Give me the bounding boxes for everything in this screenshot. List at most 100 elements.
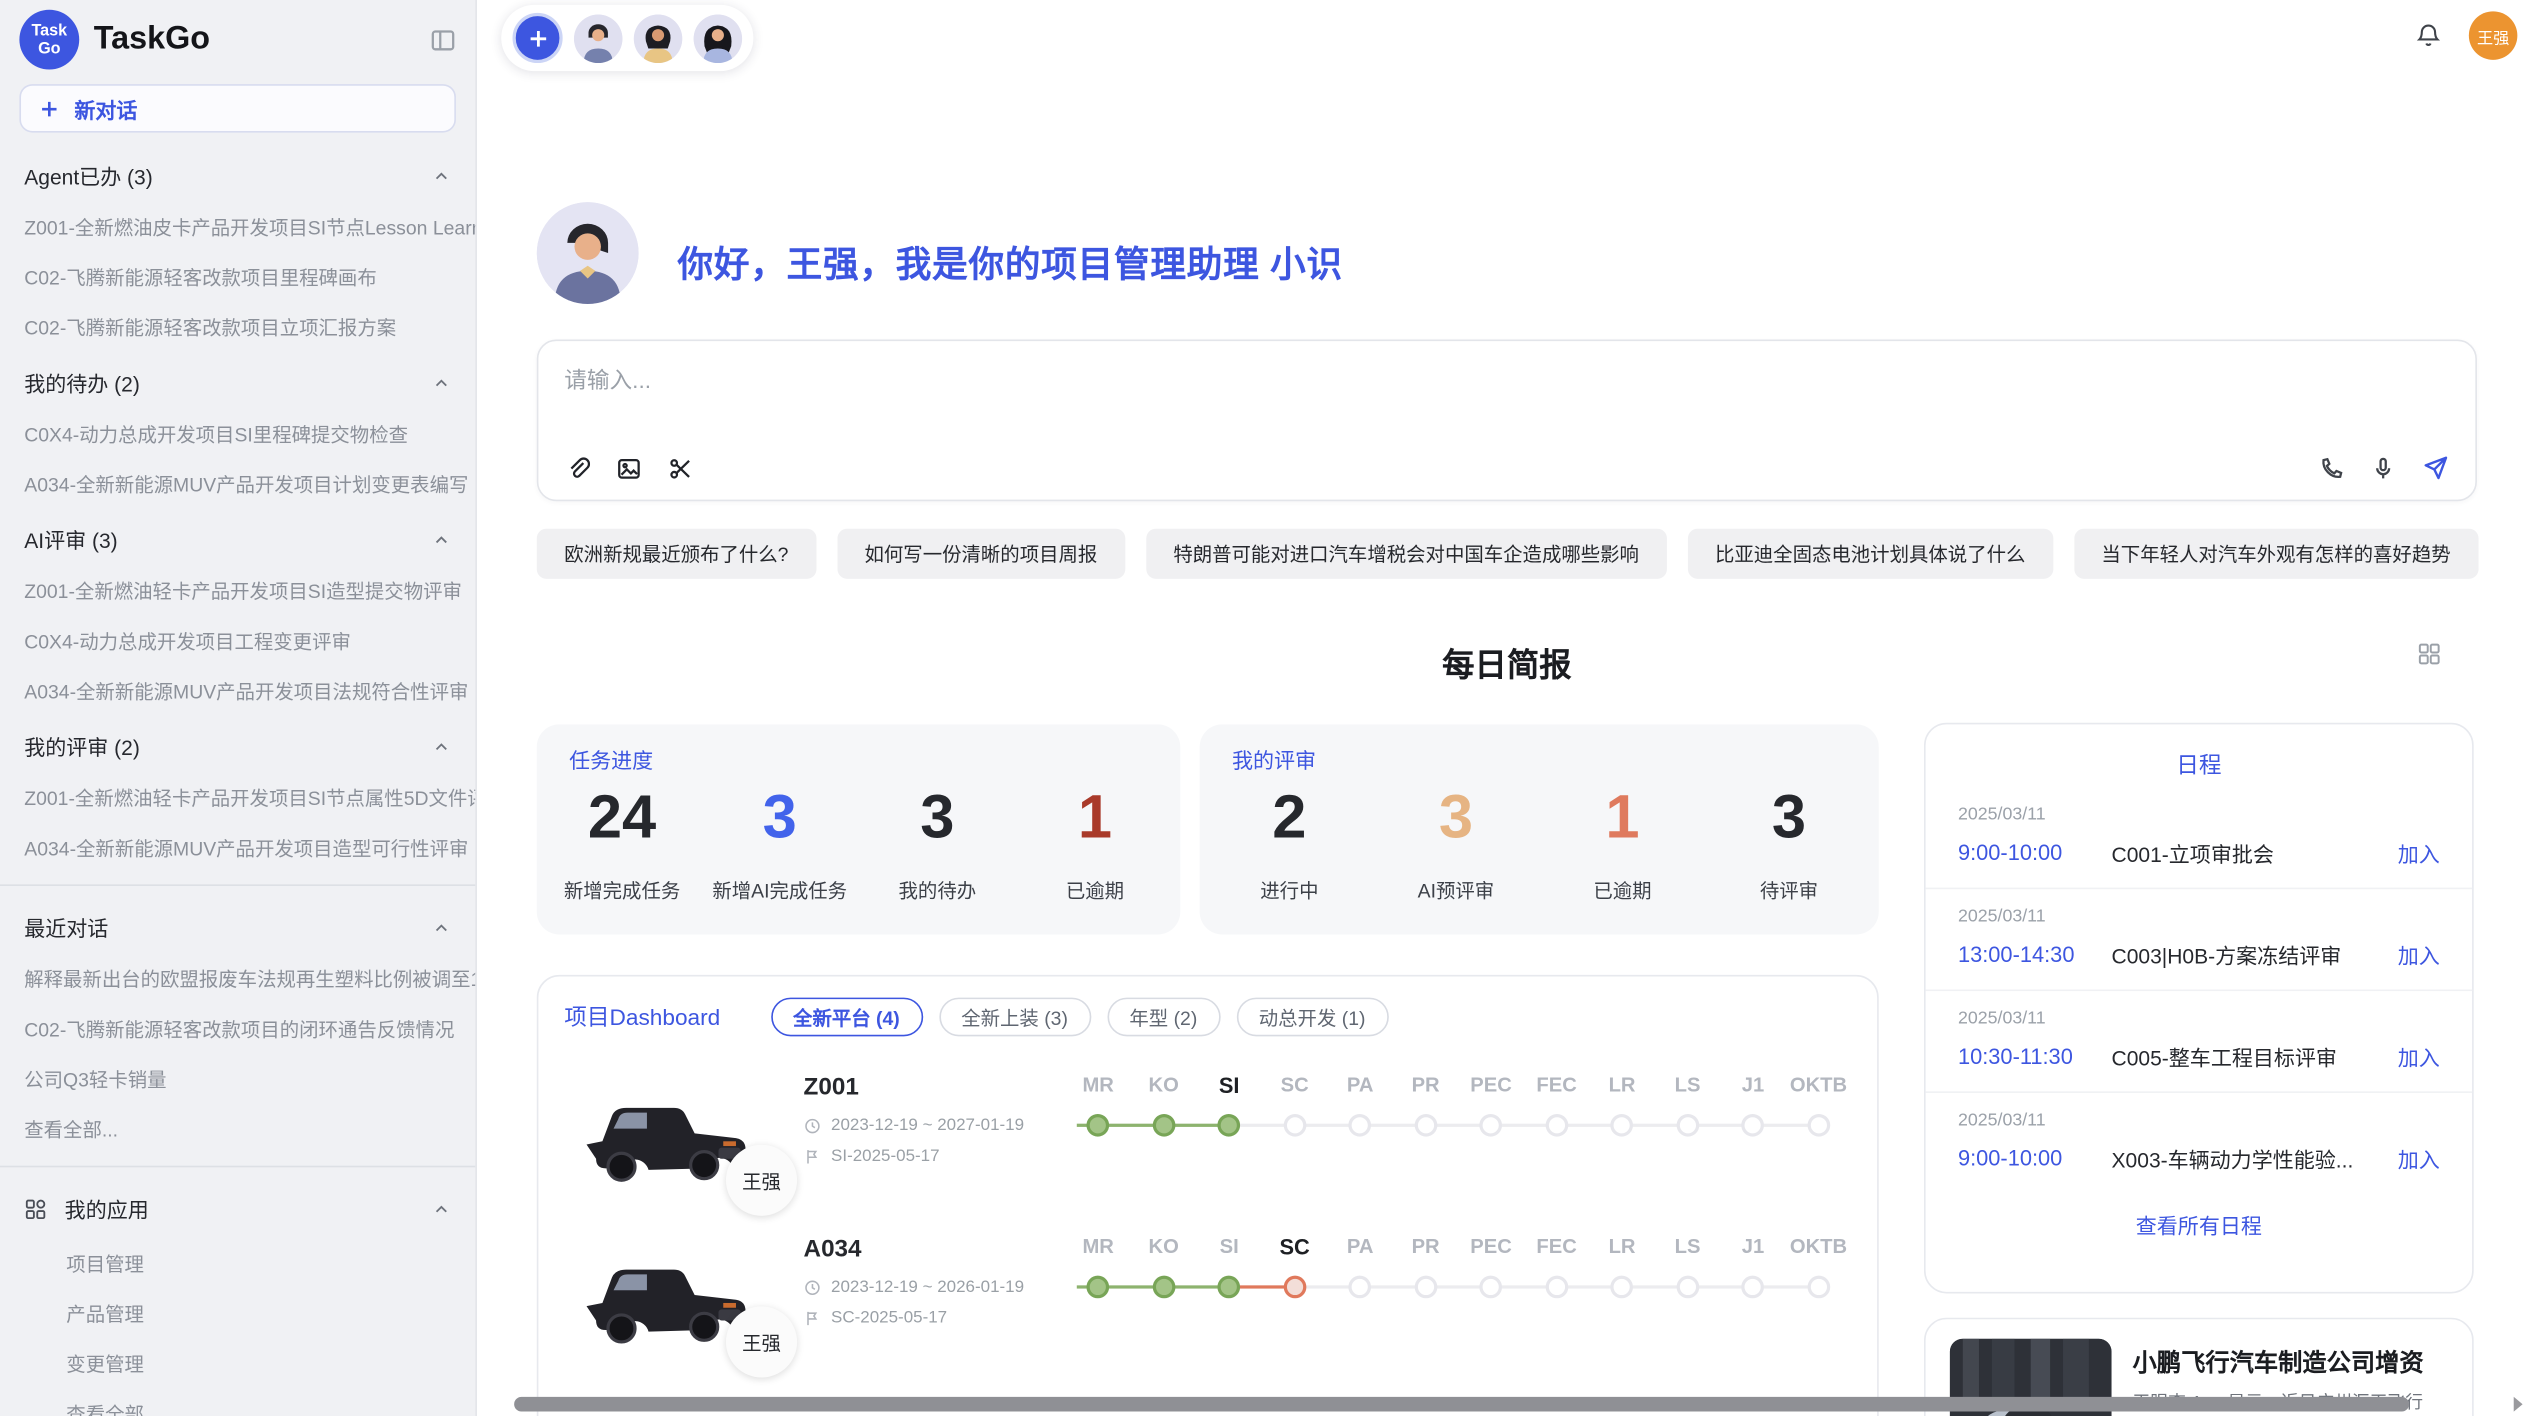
scissors-icon[interactable] <box>668 456 694 482</box>
dashboard-tab[interactable]: 全新上装 (3) <box>939 998 1091 1037</box>
sidebar-item[interactable]: C02-飞腾新能源轻客改款项目的闭环通告反馈情况 <box>0 1004 475 1054</box>
milestone-timeline: MRKOSISCPAPRPECFECLRLSJ1OKTB <box>1065 1064 1851 1150</box>
milestone-label: PEC <box>1458 1074 1523 1098</box>
suggestion-chip[interactable]: 如何写一份清晰的项目周报 <box>837 529 1125 579</box>
suggestion-chip[interactable]: 当下年轻人对汽车外观有怎样的喜好趋势 <box>2074 529 2478 579</box>
sidebar-section-header[interactable]: 我的评审 (2) <box>0 716 475 773</box>
dashboard-tab[interactable]: 年型 (2) <box>1107 998 1220 1037</box>
sidebar-app-subitem[interactable]: 项目管理 <box>0 1238 475 1288</box>
app-logo: Task Go <box>19 10 79 70</box>
plus-icon <box>39 98 60 119</box>
task-progress-card: 任务进度 24新增完成任务3新增AI完成任务3我的待办1已逾期 <box>537 724 1180 934</box>
sidebar: Task Go TaskGo 新对话 Agent已办 (3) Z001-全新燃油… <box>0 0 477 1416</box>
chat-input[interactable] <box>564 364 2342 435</box>
horizontal-scrollbar-thumb[interactable] <box>514 1397 2409 1412</box>
milestone-label: KO <box>1131 1074 1196 1098</box>
sidebar-section-header[interactable]: 我的待办 (2) <box>0 352 475 409</box>
dashboard-tab[interactable]: 动总开发 (1) <box>1236 998 1388 1037</box>
milestone-dot <box>1087 1276 1110 1299</box>
sidebar-app-subitem[interactable]: 变更管理 <box>0 1339 475 1389</box>
chevron-up-icon <box>432 530 451 549</box>
logo-line2: Go <box>38 40 60 58</box>
new-chat-label: 新对话 <box>74 93 137 124</box>
project-row[interactable]: 王强 A034 2023-12-19 ~ 2026-01-19 SC-2025-… <box>538 1213 1877 1375</box>
attachment-icon[interactable] <box>564 456 590 482</box>
milestone-dot <box>1218 1114 1241 1137</box>
scroll-right-arrow-icon[interactable] <box>2509 1395 2527 1413</box>
dashboard-tab[interactable]: 全新平台 (4) <box>770 998 922 1037</box>
sidebar-section: 我的评审 (2) Z001-全新燃油轻卡产品开发项目SI节点属性5D文件评审A0… <box>0 716 475 873</box>
briefing-layout-icon[interactable] <box>2417 642 2441 666</box>
sidebar-section-header[interactable]: Agent已办 (3) <box>0 146 475 203</box>
suggestion-chip[interactable]: 比亚迪全固态电池计划具体说了什么 <box>1687 529 2052 579</box>
project-row[interactable]: 王强 Z001 2023-12-19 ~ 2027-01-19 SI-2025-… <box>538 1051 1877 1213</box>
sidebar-item[interactable]: 公司Q3轻卡销量 <box>0 1054 475 1104</box>
sidebar-section-header[interactable]: 最近对话 <box>0 897 475 954</box>
milestone-dot <box>1676 1114 1699 1137</box>
greeting-text: 你好，王强，我是你的项目管理助理 小识 <box>677 236 1343 288</box>
sidebar-collapse-icon[interactable] <box>430 27 456 53</box>
stat: 2进行中 <box>1206 786 1373 904</box>
sidebar-item[interactable]: C02-飞腾新能源轻客改款项目里程碑画布 <box>0 252 475 302</box>
sidebar-item[interactable]: 查看全部... <box>0 1104 475 1154</box>
suggestion-chip[interactable]: 欧洲新规最近颁布了什么? <box>537 529 816 579</box>
sidebar-item[interactable]: C0X4-动力总成开发项目工程变更评审 <box>0 616 475 666</box>
phone-icon[interactable] <box>2318 455 2344 481</box>
sidebar-item[interactable]: A034-全新新能源MUV产品开发项目法规符合性评审 <box>0 666 475 716</box>
image-upload-icon[interactable] <box>616 456 642 482</box>
milestone-dot <box>1742 1276 1765 1299</box>
sidebar-app-subitem[interactable]: 查看全部... <box>0 1389 475 1416</box>
milestone-label: FEC <box>1524 1235 1589 1259</box>
stat-label: 已逾期 <box>1066 876 1124 903</box>
news-title: 小鹏飞行汽车制造公司增资 <box>2133 1345 2450 1379</box>
milestone-dot <box>1545 1276 1568 1299</box>
stat: 3新增AI完成任务 <box>701 786 859 904</box>
join-meeting-link[interactable]: 加入 <box>2398 1041 2440 1072</box>
schedule-date: 2025/03/11 <box>1958 907 2440 926</box>
dashboard-header: 项目Dashboard 全新平台 (4)全新上装 (3)年型 (2)动总开发 (… <box>538 977 1877 1051</box>
sidebar-item[interactable]: Z001-全新燃油轻卡产品开发项目SI造型提交物评审 <box>0 566 475 616</box>
owner-badge: 王强 <box>726 1306 797 1377</box>
milestone-label: PR <box>1393 1235 1458 1259</box>
sidebar-item[interactable]: C02-飞腾新能源轻客改款项目立项汇报方案 <box>0 302 475 352</box>
section-title: 我的评审 (2) <box>24 731 140 762</box>
schedule-item: 2025/03/11 13:00-14:30 C003|H0B-方案冻结评审 加… <box>1926 888 2472 990</box>
join-meeting-link[interactable]: 加入 <box>2398 939 2440 970</box>
sidebar-item[interactable]: Z001-全新燃油轻卡产品开发项目SI节点属性5D文件评审 <box>0 773 475 823</box>
stat-value: 3 <box>920 786 954 854</box>
sidebar-item[interactable]: C0X4-动力总成开发项目SI里程碑提交物检查 <box>0 409 475 459</box>
milestone-label: OKTB <box>1786 1074 1851 1098</box>
sidebar-item[interactable]: Z001-全新燃油皮卡产品开发项目SI节点Lesson Learn报告 <box>0 202 475 252</box>
sidebar-item[interactable]: A034-全新新能源MUV产品开发项目造型可行性评审 <box>0 823 475 873</box>
milestone-label: PR <box>1393 1074 1458 1098</box>
milestone-dot <box>1414 1276 1437 1299</box>
view-all-schedule-link[interactable]: 查看所有日程 <box>1926 1209 2472 1240</box>
new-chat-button[interactable]: 新对话 <box>19 84 456 133</box>
assistant-greeting-avatar <box>537 202 639 304</box>
schedule-event-title: C003|H0B-方案冻结评审 <box>2112 939 2398 970</box>
sidebar-item-my-apps[interactable]: 我的应用 <box>0 1179 475 1239</box>
stat-value: 1 <box>1078 786 1112 854</box>
project-flag-date: SC-2025-05-17 <box>831 1308 947 1327</box>
sidebar-item[interactable]: 解释最新出台的欧盟报废车法规再生塑料比例被调至15%... <box>0 954 475 1004</box>
send-icon[interactable] <box>2422 454 2449 481</box>
milestone-dot <box>1807 1114 1830 1137</box>
milestone-dot <box>1545 1114 1568 1137</box>
schedule-event-title: C001-立项审批会 <box>2112 838 2398 869</box>
apps-grid-icon <box>24 1197 47 1220</box>
microphone-icon[interactable] <box>2370 455 2396 481</box>
join-meeting-link[interactable]: 加入 <box>2398 1143 2440 1174</box>
sidebar-section-header[interactable]: AI评审 (3) <box>0 509 475 566</box>
stat-label: 新增AI完成任务 <box>712 876 847 903</box>
stat-value: 3 <box>1772 786 1806 854</box>
stat: 1已逾期 <box>1539 786 1706 904</box>
suggestion-chip[interactable]: 特朗普可能对进口汽车增税会对中国车企造成哪些影响 <box>1146 529 1667 579</box>
sidebar-section: AI评审 (3) Z001-全新燃油轻卡产品开发项目SI造型提交物评审C0X4-… <box>0 509 475 716</box>
join-meeting-link[interactable]: 加入 <box>2398 838 2440 869</box>
schedule-card: 日程 2025/03/11 9:00-10:00 C001-立项审批会 加入 2… <box>1924 723 2474 1294</box>
sidebar-app-subitem[interactable]: 产品管理 <box>0 1289 475 1339</box>
logo-line1: Task <box>31 22 67 40</box>
sidebar-item[interactable]: A034-全新新能源MUV产品开发项目计划变更表编写 <box>0 459 475 509</box>
schedule-time: 9:00-10:00 <box>1958 1146 2112 1170</box>
stat-value: 1 <box>1605 786 1639 854</box>
